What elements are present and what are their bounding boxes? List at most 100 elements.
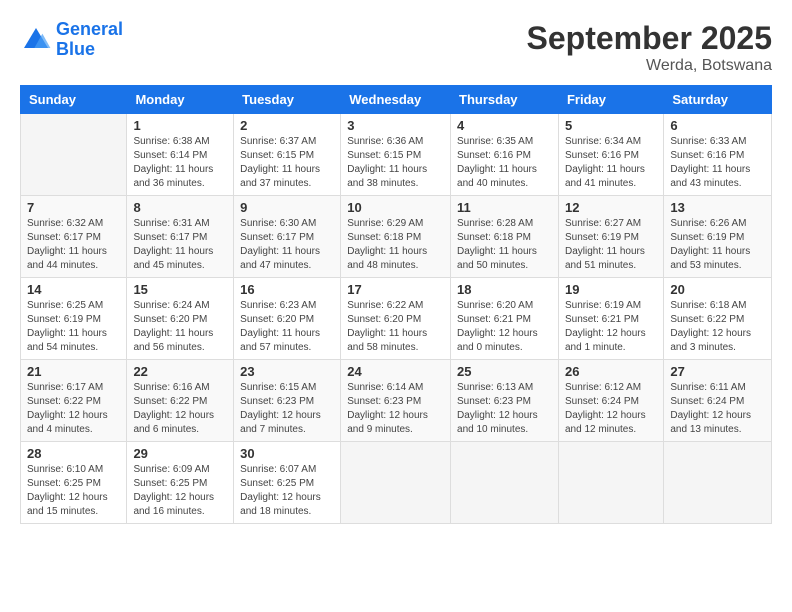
calendar-cell: 25Sunrise: 6:13 AMSunset: 6:23 PMDayligh… [451,360,559,442]
day-info: Sunrise: 6:18 AMSunset: 6:22 PMDaylight:… [670,299,765,355]
day-info: Sunrise: 6:12 AMSunset: 6:24 PMDaylight:… [565,381,657,437]
day-number: 20 [670,282,765,297]
day-info: Sunrise: 6:32 AMSunset: 6:17 PMDaylight:… [27,217,120,273]
calendar-table: SundayMondayTuesdayWednesdayThursdayFrid… [20,85,772,524]
day-number: 7 [27,200,120,215]
calendar-cell: 30 Sunrise: 6:07 AMSunset: 6:25 PMDayligh… [234,442,341,524]
main-title: September 2025 [527,20,772,57]
day-info: Sunrise: 6:24 AMSunset: 6:20 PMDaylight:… [133,299,227,355]
day-info: Sunrise: 6:26 AMSunset: 6:19 PMDaylight:… [670,217,765,273]
day-info: Sunrise: 6:16 AMSunset: 6:22 PMDaylight:… [133,381,227,437]
day-number: 23 [240,364,334,379]
day-info: Sunrise: 6:35 AMSunset: 6:16 PMDaylight:… [457,135,552,191]
calendar-cell [451,442,559,524]
day-info: Sunrise: 6:38 AMSunset: 6:14 PMDaylight:… [133,135,227,191]
day-number: 3 [347,118,444,133]
calendar-week-row: 14Sunrise: 6:25 AMSunset: 6:19 PMDayligh… [21,278,772,360]
calendar-cell: 24 Sunrise: 6:14 AMSunset: 6:23 PMDayligh… [341,360,451,442]
calendar-cell [558,442,663,524]
calendar-cell: 28Sunrise: 6:10 AMSunset: 6:25 PMDayligh… [21,442,127,524]
header-day: Thursday [451,86,559,114]
calendar-cell: 5 Sunrise: 6:34 AMSunset: 6:16 PMDaylight… [558,114,663,196]
day-number: 18 [457,282,552,297]
calendar-cell: 8 Sunrise: 6:31 AMSunset: 6:17 PMDaylight… [127,196,234,278]
calendar-cell: 23 Sunrise: 6:15 AMSunset: 6:23 PMDayligh… [234,360,341,442]
calendar-cell: 2 Sunrise: 6:37 AMSunset: 6:15 PMDaylight… [234,114,341,196]
day-info: Sunrise: 6:17 AMSunset: 6:22 PMDaylight:… [27,381,120,437]
day-info: Sunrise: 6:36 AMSunset: 6:15 PMDaylight:… [347,135,444,191]
header-day: Wednesday [341,86,451,114]
day-number: 30 [240,446,334,461]
day-info: Sunrise: 6:19 AMSunset: 6:21 PMDaylight:… [565,299,657,355]
day-info: Sunrise: 6:27 AMSunset: 6:19 PMDaylight:… [565,217,657,273]
calendar-cell: 1 Sunrise: 6:38 AMSunset: 6:14 PMDaylight… [127,114,234,196]
calendar-cell: 29 Sunrise: 6:09 AMSunset: 6:25 PMDayligh… [127,442,234,524]
day-number: 2 [240,118,334,133]
day-number: 1 [133,118,227,133]
logo-text: General Blue [56,20,123,60]
day-number: 26 [565,364,657,379]
day-number: 22 [133,364,227,379]
calendar-week-row: 1 Sunrise: 6:38 AMSunset: 6:14 PMDaylight… [21,114,772,196]
day-info: Sunrise: 6:28 AMSunset: 6:18 PMDaylight:… [457,217,552,273]
calendar-cell: 4 Sunrise: 6:35 AMSunset: 6:16 PMDaylight… [451,114,559,196]
calendar-cell: 16 Sunrise: 6:23 AMSunset: 6:20 PMDayligh… [234,278,341,360]
day-number: 19 [565,282,657,297]
title-section: September 2025 Werda, Botswana [527,20,772,75]
header-row: SundayMondayTuesdayWednesdayThursdayFrid… [21,86,772,114]
logo: General Blue [20,20,123,60]
calendar-cell [664,442,772,524]
day-number: 21 [27,364,120,379]
calendar-week-row: 21 Sunrise: 6:17 AMSunset: 6:22 PMDayligh… [21,360,772,442]
day-number: 16 [240,282,334,297]
day-number: 24 [347,364,444,379]
day-number: 17 [347,282,444,297]
day-info: Sunrise: 6:25 AMSunset: 6:19 PMDaylight:… [27,299,120,355]
day-info: Sunrise: 6:09 AMSunset: 6:25 PMDaylight:… [133,463,227,519]
calendar-cell: 3 Sunrise: 6:36 AMSunset: 6:15 PMDaylight… [341,114,451,196]
day-info: Sunrise: 6:31 AMSunset: 6:17 PMDaylight:… [133,217,227,273]
day-info: Sunrise: 6:13 AMSunset: 6:23 PMDaylight:… [457,381,552,437]
calendar-cell: 10 Sunrise: 6:29 AMSunset: 6:18 PMDayligh… [341,196,451,278]
calendar-cell: 17 Sunrise: 6:22 AMSunset: 6:20 PMDayligh… [341,278,451,360]
day-number: 29 [133,446,227,461]
day-number: 9 [240,200,334,215]
calendar-cell: 27 Sunrise: 6:11 AMSunset: 6:24 PMDayligh… [664,360,772,442]
calendar-cell: 9 Sunrise: 6:30 AMSunset: 6:17 PMDaylight… [234,196,341,278]
header-day: Friday [558,86,663,114]
day-info: Sunrise: 6:29 AMSunset: 6:18 PMDaylight:… [347,217,444,273]
calendar-cell: 12Sunrise: 6:27 AMSunset: 6:19 PMDayligh… [558,196,663,278]
day-number: 15 [133,282,227,297]
header-day: Tuesday [234,86,341,114]
logo-icon [20,24,52,56]
calendar-cell: 22 Sunrise: 6:16 AMSunset: 6:22 PMDayligh… [127,360,234,442]
calendar-cell [21,114,127,196]
day-info: Sunrise: 6:37 AMSunset: 6:15 PMDaylight:… [240,135,334,191]
day-number: 6 [670,118,765,133]
calendar-cell: 19 Sunrise: 6:19 AMSunset: 6:21 PMDayligh… [558,278,663,360]
day-number: 13 [670,200,765,215]
day-number: 4 [457,118,552,133]
calendar-cell: 18Sunrise: 6:20 AMSunset: 6:21 PMDayligh… [451,278,559,360]
day-info: Sunrise: 6:34 AMSunset: 6:16 PMDaylight:… [565,135,657,191]
day-info: Sunrise: 6:14 AMSunset: 6:23 PMDaylight:… [347,381,444,437]
day-info: Sunrise: 6:30 AMSunset: 6:17 PMDaylight:… [240,217,334,273]
day-info: Sunrise: 6:22 AMSunset: 6:20 PMDaylight:… [347,299,444,355]
day-info: Sunrise: 6:11 AMSunset: 6:24 PMDaylight:… [670,381,765,437]
day-info: Sunrise: 6:07 AMSunset: 6:25 PMDaylight:… [240,463,334,519]
header-day: Sunday [21,86,127,114]
calendar-week-row: 7 Sunrise: 6:32 AMSunset: 6:17 PMDaylight… [21,196,772,278]
day-number: 27 [670,364,765,379]
day-info: Sunrise: 6:23 AMSunset: 6:20 PMDaylight:… [240,299,334,355]
calendar-cell [341,442,451,524]
day-number: 5 [565,118,657,133]
header-day: Monday [127,86,234,114]
day-number: 10 [347,200,444,215]
calendar-cell: 6Sunrise: 6:33 AMSunset: 6:16 PMDaylight… [664,114,772,196]
calendar-cell: 14Sunrise: 6:25 AMSunset: 6:19 PMDayligh… [21,278,127,360]
calendar-cell: 26 Sunrise: 6:12 AMSunset: 6:24 PMDayligh… [558,360,663,442]
day-number: 11 [457,200,552,215]
calendar-cell: 15 Sunrise: 6:24 AMSunset: 6:20 PMDayligh… [127,278,234,360]
day-info: Sunrise: 6:15 AMSunset: 6:23 PMDaylight:… [240,381,334,437]
day-number: 8 [133,200,227,215]
